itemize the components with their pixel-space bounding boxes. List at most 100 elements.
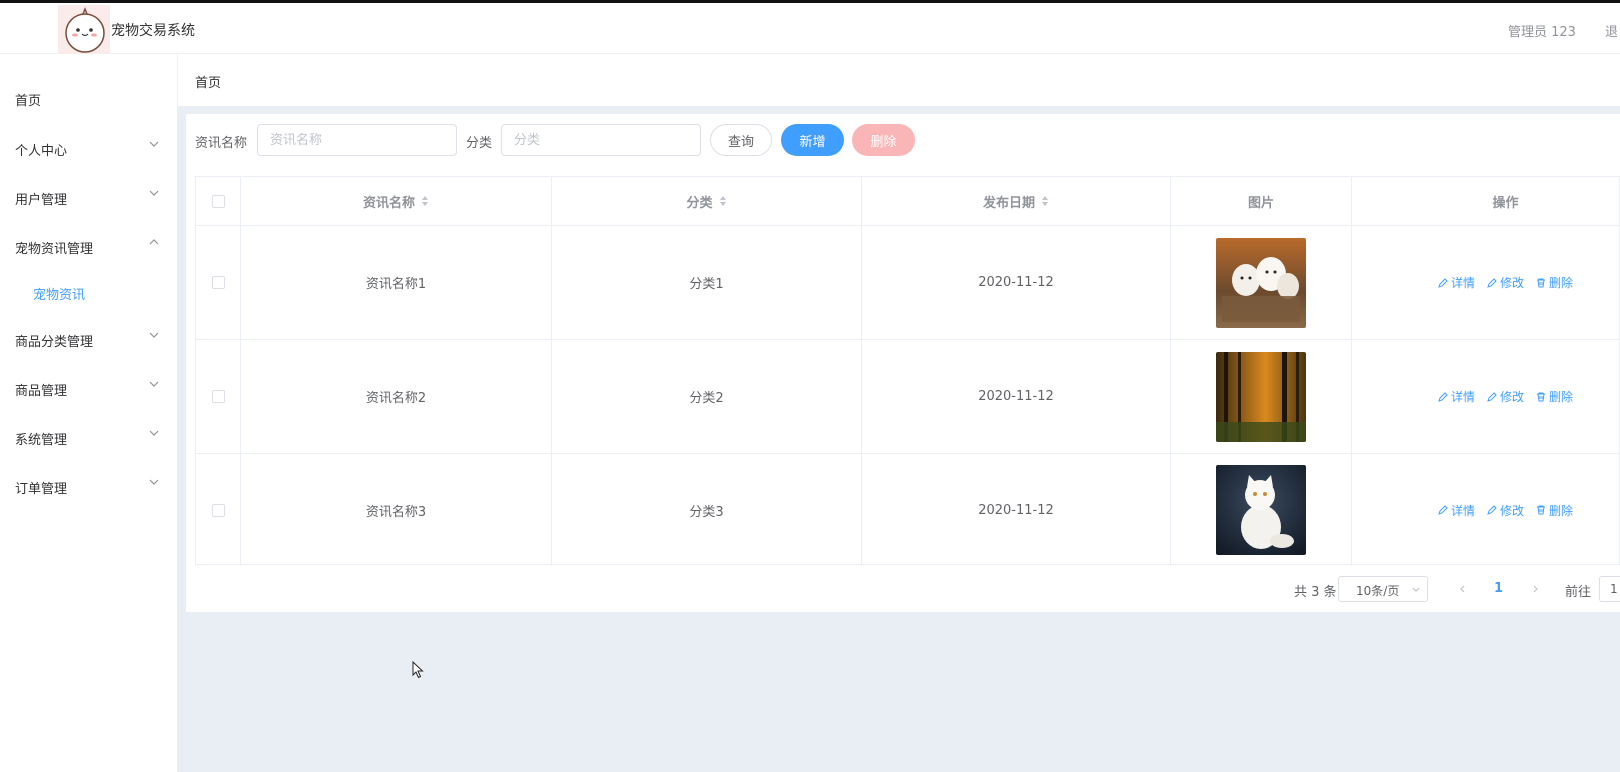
sidebar-item-label: 商品管理 xyxy=(15,384,68,399)
category-search-label: 分类 xyxy=(466,136,493,151)
chevron-down-icon xyxy=(149,381,159,387)
date-cell: 2020-11-12 xyxy=(862,454,1171,566)
next-page-button[interactable] xyxy=(1530,584,1540,594)
chevron-down-icon xyxy=(149,332,159,338)
actions-cell: 详情 修改 删除 xyxy=(1352,454,1620,566)
prev-page-button[interactable] xyxy=(1458,584,1468,594)
sort-icon xyxy=(1042,196,1048,206)
edit-link[interactable]: 修改 xyxy=(1487,274,1524,291)
delete-link[interactable]: 删除 xyxy=(1536,502,1573,519)
sidebar-item-label: 系统管理 xyxy=(15,433,68,448)
delete-link[interactable]: 删除 xyxy=(1536,388,1573,405)
edit-pen-icon xyxy=(1438,505,1448,515)
column-header-label: 资讯名称 xyxy=(362,195,415,211)
edit-pen-icon xyxy=(1438,277,1448,288)
row-checkbox[interactable] xyxy=(211,503,225,517)
image-cell xyxy=(1171,340,1352,453)
select-all-checkbox[interactable] xyxy=(211,194,225,208)
news-thumbnail xyxy=(1216,465,1306,555)
news-name-cell: 资讯名称1 xyxy=(241,226,552,339)
edit-pen-icon xyxy=(1487,277,1497,288)
delete-label: 删除 xyxy=(1549,276,1574,290)
trash-icon xyxy=(1537,392,1545,401)
date-cell: 2020-11-12 xyxy=(862,226,1171,339)
column-header-date[interactable]: 发布日期 xyxy=(862,177,1171,225)
column-header-label: 分类 xyxy=(686,195,713,211)
detail-link[interactable]: 详情 xyxy=(1438,388,1475,405)
column-header-actions: 操作 xyxy=(1352,177,1620,225)
breadcrumb-bar: 首页 xyxy=(178,54,1620,106)
table-row: 资讯名称3 分类3 2020-11-12 详情 修改 删除 xyxy=(196,454,1620,566)
page-size-select[interactable]: 10条/页 xyxy=(1338,576,1428,602)
batch-delete-button[interactable]: 删除 xyxy=(852,124,915,156)
sidebar-item-label: 个人中心 xyxy=(15,144,68,159)
detail-label: 详情 xyxy=(1450,276,1475,290)
chevron-down-icon xyxy=(149,479,159,485)
sidebar-item-label: 用户管理 xyxy=(15,193,68,208)
sidebar: 首页 个人中心 用户管理 宠物资讯管理 宠物资讯 商品分类管理 商品管理 系统管… xyxy=(0,54,178,772)
sidebar-item-system-management[interactable]: 系统管理 xyxy=(0,415,178,461)
sidebar-item-personal-center[interactable]: 个人中心 xyxy=(0,126,178,172)
sidebar-item-pet-news[interactable]: 宠物资讯 xyxy=(0,270,178,316)
sidebar-item-product-category-management[interactable]: 商品分类管理 xyxy=(0,317,178,363)
category-cell: 分类2 xyxy=(552,340,862,453)
row-checkbox[interactable] xyxy=(211,390,225,403)
category-cell: 分类1 xyxy=(552,226,862,339)
sidebar-item-pet-news-management[interactable]: 宠物资讯管理 xyxy=(0,224,178,270)
select-all-cell xyxy=(196,177,241,225)
edit-pen-icon xyxy=(1487,391,1497,402)
column-header-image: 图片 xyxy=(1171,177,1352,225)
name-search-input[interactable] xyxy=(257,124,457,156)
sidebar-item-user-management[interactable]: 用户管理 xyxy=(0,175,178,221)
page-number-current[interactable]: 1 xyxy=(1494,581,1503,607)
sidebar-item-label: 订单管理 xyxy=(15,482,68,497)
page-size-value: 10条/页 xyxy=(1356,584,1400,598)
mouse-cursor-icon xyxy=(412,661,424,679)
goto-label: 前往 xyxy=(1565,585,1592,600)
category-search-input[interactable] xyxy=(501,124,701,156)
detail-link[interactable]: 详情 xyxy=(1438,502,1475,519)
chevron-down-icon xyxy=(149,141,159,147)
detail-label: 详情 xyxy=(1450,503,1475,518)
add-button[interactable]: 新增 xyxy=(781,124,844,156)
news-table: 资讯名称 分类 发布日期 图片 操作 资讯名称1 分类1 2020-11-12 xyxy=(195,176,1620,566)
detail-link[interactable]: 详情 xyxy=(1438,274,1475,291)
query-button[interactable]: 查询 xyxy=(710,124,772,156)
sidebar-item-home[interactable]: 首页 xyxy=(0,76,178,122)
chevron-down-icon xyxy=(1412,587,1420,592)
news-thumbnail xyxy=(1216,237,1306,328)
sort-icon xyxy=(719,196,726,206)
delete-label: 删除 xyxy=(1549,503,1574,518)
trash-icon xyxy=(1537,278,1545,287)
column-header-category[interactable]: 分类 xyxy=(552,177,862,225)
delete-link[interactable]: 删除 xyxy=(1536,274,1573,291)
row-select-cell xyxy=(196,226,241,339)
edit-link[interactable]: 修改 xyxy=(1487,388,1524,405)
news-name-cell: 资讯名称3 xyxy=(241,454,552,566)
edit-label: 修改 xyxy=(1499,390,1524,404)
chevron-down-icon xyxy=(149,190,159,196)
logout-link[interactable]: 退 xyxy=(1605,21,1618,40)
breadcrumb[interactable]: 首页 xyxy=(195,72,221,91)
app-title: 宠物交易系统 xyxy=(111,23,195,39)
sidebar-item-label: 首页 xyxy=(15,94,42,109)
chevron-down-icon xyxy=(149,430,159,436)
row-select-cell xyxy=(196,340,241,453)
image-cell xyxy=(1171,454,1352,566)
edit-pen-icon xyxy=(1438,391,1448,402)
edit-link[interactable]: 修改 xyxy=(1487,502,1524,519)
goto-page-input[interactable]: 1 xyxy=(1599,576,1620,602)
column-header-name[interactable]: 资讯名称 xyxy=(241,177,552,225)
table-row: 资讯名称1 分类1 2020-11-12 详情 修改 删除 xyxy=(196,226,1620,340)
news-thumbnail xyxy=(1216,351,1306,442)
delete-label: 删除 xyxy=(1549,390,1574,404)
sidebar-item-label: 商品分类管理 xyxy=(15,335,94,350)
logo xyxy=(58,5,110,55)
sidebar-item-product-management[interactable]: 商品管理 xyxy=(0,366,178,412)
admin-username: 管理员 123 xyxy=(1508,25,1576,40)
row-checkbox[interactable] xyxy=(211,276,225,289)
pagination-total: 共 3 条 xyxy=(1294,585,1337,600)
column-header-label: 发布日期 xyxy=(982,195,1035,211)
edit-pen-icon xyxy=(1487,505,1497,515)
sidebar-item-order-management[interactable]: 订单管理 xyxy=(0,464,178,510)
